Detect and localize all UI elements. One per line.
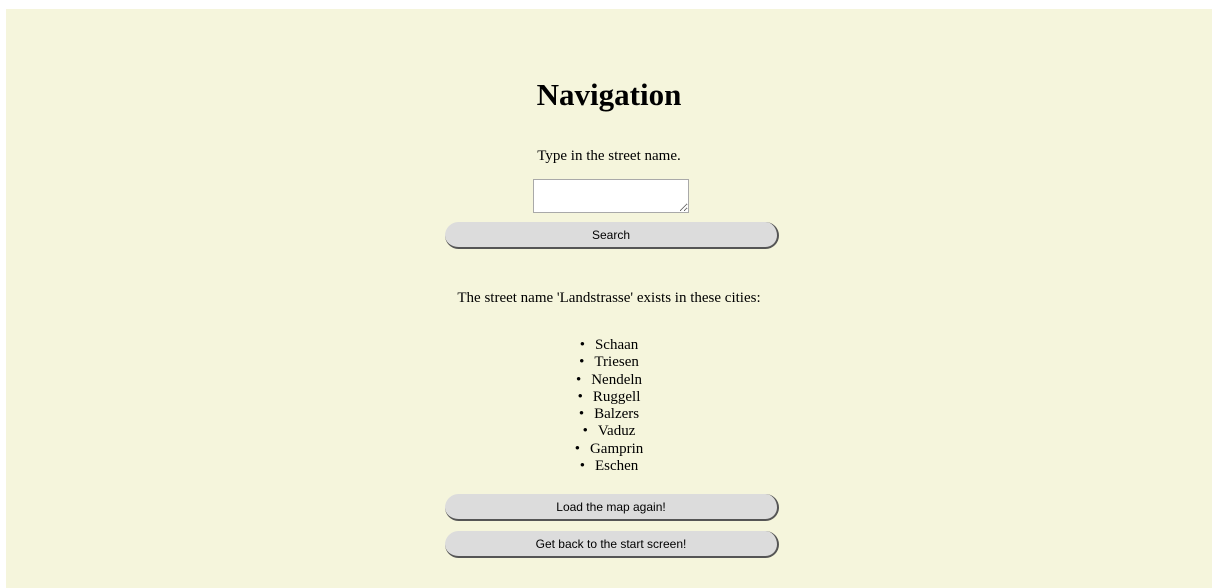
list-item: Schaan — [6, 337, 1212, 354]
result-summary: The street name 'Landstrasse' exists in … — [457, 290, 761, 306]
search-button[interactable]: Search — [445, 222, 779, 249]
list-item: Vaduz — [6, 423, 1212, 440]
city-list: Schaan Triesen Nendeln Ruggell Balzers V… — [6, 337, 1212, 475]
navigation-panel: Navigation Type in the street name. Sear… — [6, 9, 1212, 588]
list-item: Ruggell — [6, 389, 1212, 406]
back-to-start-button[interactable]: Get back to the start screen! — [445, 531, 779, 558]
list-item: Eschen — [6, 458, 1212, 475]
page-title: Navigation — [536, 77, 682, 112]
list-item: Gamprin — [6, 441, 1212, 458]
list-item: Balzers — [6, 406, 1212, 423]
search-instruction: Type in the street name. — [537, 148, 681, 164]
list-item: Nendeln — [6, 372, 1212, 389]
reload-map-button[interactable]: Load the map again! — [445, 494, 779, 521]
street-name-input[interactable] — [533, 179, 689, 213]
list-item: Triesen — [6, 354, 1212, 371]
